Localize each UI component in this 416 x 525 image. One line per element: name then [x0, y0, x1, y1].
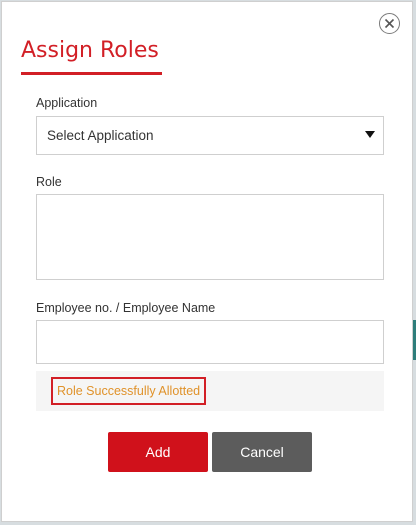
dialog-title: Assign Roles [21, 38, 159, 63]
employee-input[interactable] [36, 320, 384, 364]
close-icon [384, 18, 395, 29]
status-bar: Role Successfully Allotted [36, 371, 384, 411]
application-select-value: Select Application [47, 128, 154, 143]
caret-down-icon [365, 131, 375, 138]
add-button[interactable]: Add [108, 432, 208, 472]
assign-roles-dialog: Assign Roles Application Select Applicat… [1, 1, 413, 522]
role-field[interactable] [36, 194, 384, 280]
close-button[interactable] [379, 13, 400, 34]
application-select[interactable]: Select Application [36, 116, 384, 155]
role-label: Role [36, 175, 62, 189]
application-label: Application [36, 96, 98, 110]
employee-label: Employee no. / Employee Name [36, 301, 216, 315]
status-message: Role Successfully Allotted [51, 377, 207, 405]
cancel-button[interactable]: Cancel [212, 432, 312, 472]
title-underline [21, 72, 162, 75]
